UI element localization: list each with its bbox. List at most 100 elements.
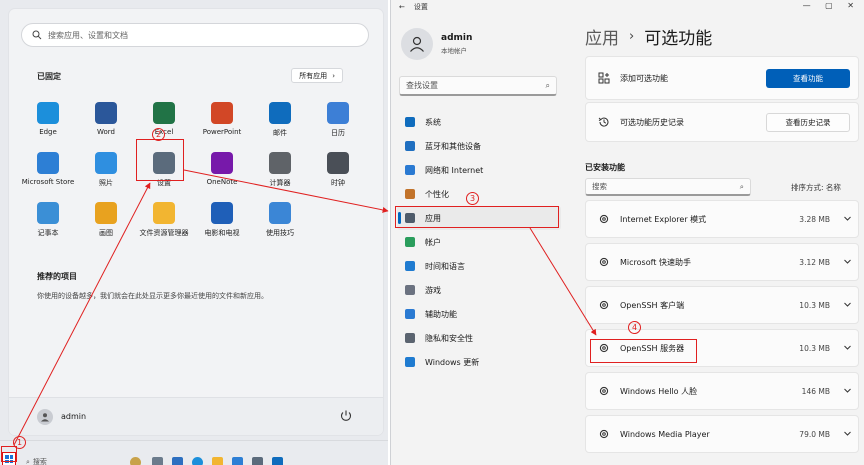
pinned-app-label: 使用技巧 bbox=[266, 229, 294, 237]
feature-name: OpenSSH 客户端 bbox=[620, 300, 685, 310]
view-history-button[interactable]: 查看历史记录 bbox=[766, 113, 850, 132]
pinned-app[interactable]: Word bbox=[77, 102, 135, 152]
nav-item-label: 隐私和安全性 bbox=[425, 333, 473, 343]
installed-features-title: 已安装功能 bbox=[585, 163, 625, 172]
feature-row[interactable]: Windows Media Player 79.0 MB bbox=[585, 415, 859, 453]
start-footer: admin bbox=[9, 397, 383, 435]
settings-nav: 系统 蓝牙和其他设备 网络和 Internet 个性化 应用 帐户 时间和语言 游戏 辅助功能隐… bbox=[397, 110, 561, 374]
window-controls[interactable]: — ▢ ✕ bbox=[803, 1, 860, 10]
chevron-down-icon[interactable] bbox=[843, 343, 852, 352]
view-features-button[interactable]: 查看功能 bbox=[766, 69, 850, 88]
chevron-down-icon[interactable] bbox=[843, 300, 852, 309]
pinned-app-label: Edge bbox=[39, 128, 57, 136]
pinned-app[interactable]: PowerPoint bbox=[193, 102, 251, 152]
start-search-box[interactable]: 搜索应用、设置和文档 bbox=[21, 23, 369, 47]
pinned-app[interactable]: 照片 bbox=[77, 152, 135, 202]
chevron-down-icon[interactable] bbox=[843, 214, 852, 223]
profile-section[interactable]: admin 本地帐户 bbox=[401, 28, 472, 60]
sort-dropdown[interactable]: 排序方式: 名称 bbox=[791, 182, 841, 193]
store-icon[interactable] bbox=[232, 457, 243, 465]
taskbar-search[interactable]: ⌕ 搜索 bbox=[26, 456, 126, 465]
network-icon bbox=[405, 165, 415, 175]
nav-item[interactable]: Windows 更新 bbox=[397, 350, 561, 374]
nav-item-label: 帐户 bbox=[425, 237, 441, 247]
nav-item[interactable]: 帐户 bbox=[397, 230, 561, 254]
search-icon: ⌕ bbox=[26, 457, 30, 465]
pinned-app[interactable]: 电影和电视 bbox=[193, 202, 251, 252]
pinned-apps-grid: Edge Word Excel PowerPoint 邮件 日历 Microsoft Sto… bbox=[19, 102, 379, 252]
edge-icon[interactable] bbox=[192, 457, 203, 465]
feature-size: 3.12 MB bbox=[799, 257, 830, 267]
breadcrumb-apps[interactable]: 应用 bbox=[585, 24, 619, 49]
nav-item[interactable]: 网络和 Internet bbox=[397, 158, 561, 182]
breadcrumb-separator: › bbox=[629, 29, 635, 44]
pinned-app-label: 文件资源管理器 bbox=[139, 229, 189, 237]
system-icon bbox=[405, 117, 415, 127]
title-bar: ← 设置 — ▢ ✕ bbox=[391, 0, 864, 14]
pinned-app[interactable]: Edge bbox=[19, 102, 77, 152]
start-user-name[interactable]: admin bbox=[61, 412, 86, 421]
feature-row[interactable]: Internet Explorer 模式 3.28 MB bbox=[585, 200, 859, 238]
nav-item[interactable]: 蓝牙和其他设备 bbox=[397, 134, 561, 158]
taskbar: ⌕ 搜索 bbox=[0, 440, 388, 465]
pinned-app[interactable]: 计算器 bbox=[251, 152, 309, 202]
power-icon[interactable] bbox=[339, 409, 353, 423]
feature-row[interactable]: Microsoft 快速助手 3.12 MB bbox=[585, 243, 859, 281]
history-card: 可选功能历史记录 查看历史记录 bbox=[585, 102, 859, 142]
pinned-app[interactable]: 邮件 bbox=[251, 102, 309, 152]
back-arrow-icon[interactable]: ← bbox=[399, 3, 405, 11]
pinned-app-label: 邮件 bbox=[273, 129, 287, 137]
step-marker-4: 4 bbox=[628, 321, 641, 334]
step-marker-1: 1 bbox=[13, 436, 26, 449]
page-header: 应用 › 可选功能 bbox=[585, 24, 712, 49]
feature-size: 10.3 MB bbox=[799, 300, 830, 310]
nav-item-label: 游戏 bbox=[425, 285, 441, 295]
pinned-app[interactable]: OneNote bbox=[193, 152, 251, 202]
movies-icon bbox=[211, 202, 233, 224]
store-icon bbox=[37, 152, 59, 174]
nav-item[interactable]: 游戏 bbox=[397, 278, 561, 302]
pinned-app[interactable]: 画图 bbox=[77, 202, 135, 252]
widgets-icon[interactable] bbox=[130, 457, 141, 465]
user-avatar[interactable] bbox=[37, 408, 53, 425]
folder-icon[interactable] bbox=[212, 457, 223, 465]
feature-size: 146 MB bbox=[801, 386, 830, 396]
pinned-app[interactable]: Microsoft Store bbox=[19, 152, 77, 202]
chat-icon[interactable] bbox=[172, 457, 183, 465]
nav-item[interactable]: 个性化 bbox=[397, 182, 561, 206]
chevron-down-icon[interactable] bbox=[843, 386, 852, 395]
pinned-app[interactable]: 日历 bbox=[309, 102, 367, 152]
task-view-icon[interactable] bbox=[152, 457, 163, 465]
pinned-app[interactable]: 使用技巧 bbox=[251, 202, 309, 252]
nav-item[interactable]: 隐私和安全性 bbox=[397, 326, 561, 350]
find-setting-input[interactable]: 查找设置 ⌕ bbox=[399, 76, 557, 96]
feature-row[interactable]: OpenSSH 客户端 10.3 MB bbox=[585, 286, 859, 324]
nav-item-label: 蓝牙和其他设备 bbox=[425, 141, 481, 151]
feature-size: 10.3 MB bbox=[799, 343, 830, 353]
privacy-icon bbox=[405, 333, 415, 343]
paint-icon bbox=[95, 202, 117, 224]
nav-item[interactable]: 时间和语言 bbox=[397, 254, 561, 278]
pinned-app-label: Word bbox=[97, 128, 115, 136]
settings-icon[interactable] bbox=[252, 457, 263, 465]
chevron-down-icon[interactable] bbox=[843, 429, 852, 438]
search-icon bbox=[32, 30, 42, 40]
mail-icon[interactable] bbox=[272, 457, 283, 465]
all-apps-button[interactable]: 所有应用 › bbox=[291, 68, 343, 83]
step-marker-3: 3 bbox=[466, 192, 479, 205]
pinned-app[interactable]: 文件资源管理器 bbox=[135, 202, 193, 252]
window-title: 设置 bbox=[413, 3, 428, 11]
nav-item[interactable]: 辅助功能 bbox=[397, 302, 561, 326]
pinned-app[interactable]: 记事本 bbox=[19, 202, 77, 252]
pinned-app-label: 时钟 bbox=[331, 179, 345, 187]
feature-size: 79.0 MB bbox=[799, 429, 830, 439]
feature-row[interactable]: Windows Hello 人脸 146 MB bbox=[585, 372, 859, 410]
feature-name: Microsoft 快速助手 bbox=[620, 257, 691, 267]
installed-features-search[interactable]: 搜索 ⌕ bbox=[585, 178, 751, 196]
pinned-app[interactable]: 时钟 bbox=[309, 152, 367, 202]
pinned-app-label: 照片 bbox=[99, 179, 113, 187]
nav-item-label: 网络和 Internet bbox=[425, 165, 484, 175]
chevron-down-icon[interactable] bbox=[843, 257, 852, 266]
feature-gear-icon bbox=[599, 300, 609, 310]
nav-item[interactable]: 系统 bbox=[397, 110, 561, 134]
